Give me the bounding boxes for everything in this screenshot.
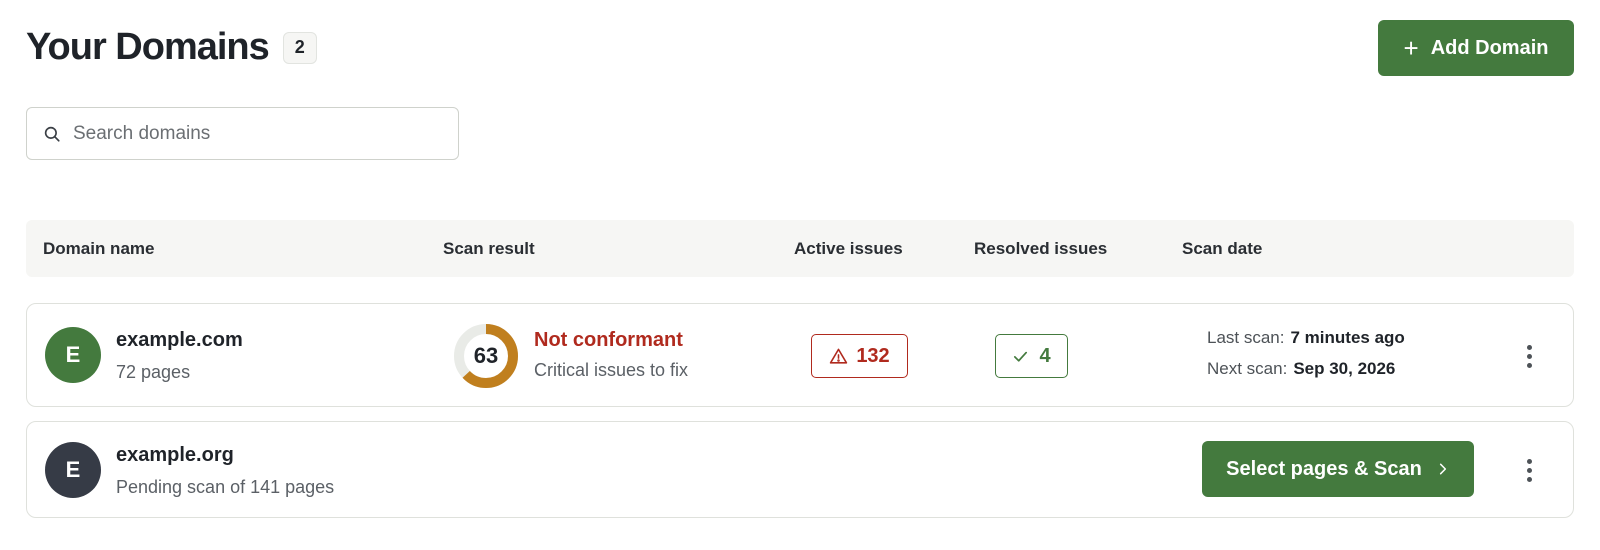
resolved-issues-count: 4 (1039, 344, 1051, 367)
avatar: E (45, 442, 101, 498)
column-header-scan-result: Scan result (443, 238, 535, 258)
conformance-score: 63 (473, 343, 499, 368)
column-header-domain-name: Domain name (43, 238, 155, 258)
last-scan-label: Last scan: (1207, 328, 1285, 347)
add-domain-label: Add Domain (1430, 36, 1549, 59)
column-header-resolved-issues: Resolved issues (974, 238, 1108, 258)
search-input[interactable] (73, 122, 433, 145)
page-title: Your Domains (26, 26, 270, 68)
column-header-scan-date: Scan date (1182, 238, 1263, 258)
search-icon (43, 125, 61, 143)
add-domain-button[interactable]: + Add Domain (1378, 20, 1574, 76)
scan-button-label: Select pages & Scan (1226, 457, 1422, 480)
next-scan: Next scan: Sep 30, 2026 (1207, 359, 1395, 379)
page-header: Your Domains 2 (26, 26, 317, 69)
domain-name[interactable]: example.com (116, 329, 243, 352)
next-scan-label: Next scan: (1207, 359, 1288, 378)
search-box[interactable] (26, 107, 459, 160)
avatar: E (45, 327, 101, 383)
last-scan: Last scan: 7 minutes ago (1207, 328, 1405, 348)
domain-name[interactable]: example.org (116, 444, 234, 467)
next-scan-value: Sep 30, 2026 (1293, 359, 1396, 378)
column-header-active-issues: Active issues (794, 238, 903, 258)
active-issues-count: 132 (856, 344, 890, 367)
chevron-right-icon (1436, 462, 1450, 476)
domain-page-count: 72 pages (116, 362, 191, 382)
resolved-issues-badge[interactable]: 4 (995, 334, 1068, 378)
plus-icon: + (1403, 33, 1419, 63)
domain-row[interactable]: E example.org Pending scan of 141 pages … (26, 421, 1574, 518)
scan-status-note: Critical issues to fix (534, 360, 689, 380)
table-header: Domain name Scan result Active issues Re… (26, 220, 1574, 277)
domain-row[interactable]: E example.com 72 pages 63 Not conformant… (26, 303, 1574, 407)
scan-status: Not conformant (534, 329, 683, 351)
kebab-menu-icon[interactable] (1517, 341, 1541, 371)
kebab-menu-icon[interactable] (1517, 455, 1541, 485)
warning-icon (829, 347, 848, 366)
domain-pending-status: Pending scan of 141 pages (116, 477, 335, 497)
domain-count-badge: 2 (282, 31, 317, 64)
active-issues-badge[interactable]: 132 (811, 334, 908, 378)
select-pages-scan-button[interactable]: Select pages & Scan (1202, 441, 1474, 497)
check-icon (1012, 348, 1029, 365)
last-scan-value: 7 minutes ago (1290, 328, 1405, 347)
